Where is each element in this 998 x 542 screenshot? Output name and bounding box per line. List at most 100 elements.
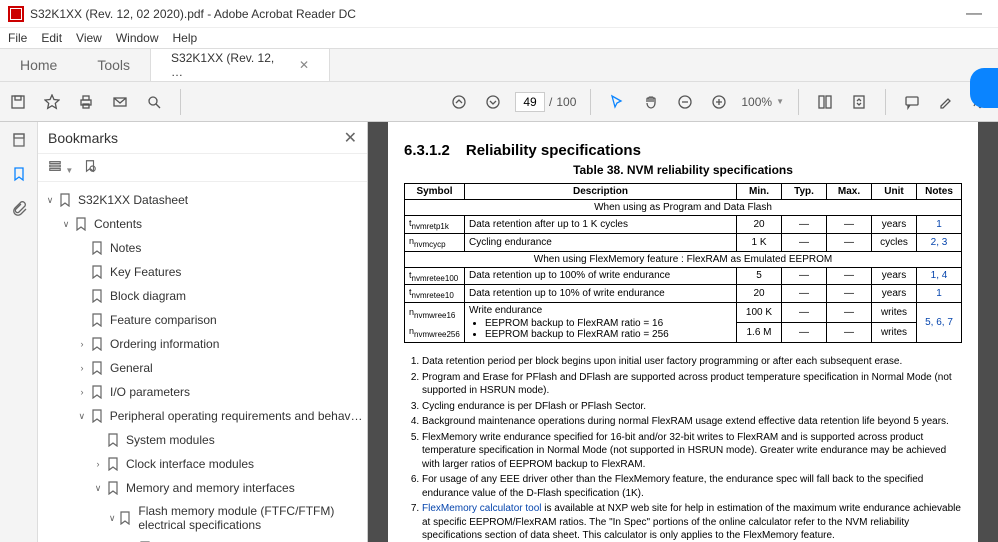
bookmark-label: I/O parameters: [110, 385, 190, 399]
footnote: Data retention period per block begins u…: [422, 355, 962, 369]
bookmark-label: General: [110, 361, 153, 375]
bookmarks-panel: Bookmarks ✕ ▼ ∨S32K1XX Datasheet ∨Conten…: [38, 122, 368, 542]
col-min: Min.: [737, 184, 782, 200]
tab-tools[interactable]: Tools: [77, 49, 150, 81]
menu-view[interactable]: View: [76, 31, 102, 45]
toolbar-separator: [885, 89, 886, 115]
table-row: tnvmretp1k Data retention after up to 1 …: [405, 216, 962, 234]
bookmarks-header: Bookmarks ✕: [38, 122, 367, 154]
tab-bar: Home Tools S32K1XX (Rev. 12, … ✕: [0, 48, 998, 82]
bookmarks-options-icon[interactable]: ▼: [48, 159, 73, 176]
bookmarks-icon[interactable]: [7, 162, 31, 186]
bookmark-item[interactable]: Flash timing specifications — commands: [44, 536, 363, 542]
page-down-icon[interactable]: [481, 90, 505, 114]
zoom-in-icon[interactable]: [707, 90, 731, 114]
menu-file[interactable]: File: [8, 31, 27, 45]
bookmark-item[interactable]: ›Clock interface modules: [44, 452, 363, 476]
bookmark-item[interactable]: ∨Flash memory module (FTFC/FTFM) electri…: [44, 500, 363, 536]
pdf-page: 6.3.1.2 Reliability specifications Table…: [388, 122, 978, 542]
bookmark-label: Clock interface modules: [126, 457, 254, 471]
bookmark-item[interactable]: System modules: [44, 428, 363, 452]
tab-document-label: S32K1XX (Rev. 12, …: [171, 51, 287, 79]
tab-close-icon[interactable]: ✕: [299, 58, 309, 72]
page-total: 100: [556, 95, 576, 109]
bookmark-item[interactable]: Notes: [44, 236, 363, 260]
table-section-row: When using as Program and Data Flash: [405, 200, 962, 216]
col-notes: Notes: [917, 184, 962, 200]
bookmark-label: S32K1XX Datasheet: [78, 193, 188, 207]
bookmark-label: Block diagram: [110, 289, 186, 303]
page-up-icon[interactable]: [447, 90, 471, 114]
close-panel-icon[interactable]: ✕: [344, 128, 357, 148]
workspace: Bookmarks ✕ ▼ ∨S32K1XX Datasheet ∨Conten…: [0, 122, 998, 542]
bookmark-label: Feature comparison: [110, 313, 217, 327]
toolbar: / 100 100% ▼: [0, 82, 998, 122]
nvm-table: Symbol Description Min. Typ. Max. Unit N…: [404, 183, 962, 343]
bookmark-item[interactable]: ›I/O parameters: [44, 380, 363, 404]
search-icon[interactable]: [142, 90, 166, 114]
tab-tools-label: Tools: [97, 57, 130, 73]
page-total-sep: /: [549, 95, 552, 109]
find-bookmark-icon[interactable]: [83, 159, 97, 176]
page-number-input[interactable]: [515, 92, 545, 112]
pdf-icon: [8, 6, 24, 22]
footnote: Cycling endurance is per DFlash or PFlas…: [422, 400, 962, 414]
fit-page-icon[interactable]: [847, 90, 871, 114]
hand-icon[interactable]: [639, 90, 663, 114]
toolbar-separator: [180, 89, 181, 115]
section-title: Reliability specifications: [466, 142, 641, 159]
toolbar-separator: [590, 89, 591, 115]
selection-cursor-icon[interactable]: [605, 90, 629, 114]
bookmark-label: Ordering information: [110, 337, 219, 351]
bookmark-item[interactable]: ∨Memory and memory interfaces: [44, 476, 363, 500]
table-header-row: Symbol Description Min. Typ. Max. Unit N…: [405, 184, 962, 200]
bookmark-item[interactable]: Feature comparison: [44, 308, 363, 332]
bookmark-item[interactable]: Key Features: [44, 260, 363, 284]
tab-home[interactable]: Home: [0, 49, 77, 81]
col-max: Max.: [827, 184, 872, 200]
bookmarks-toolbar: ▼: [38, 154, 367, 182]
print-icon[interactable]: [74, 90, 98, 114]
bookmark-item[interactable]: Block diagram: [44, 284, 363, 308]
zoom-out-icon[interactable]: [673, 90, 697, 114]
highlight-icon[interactable]: [934, 90, 958, 114]
save-icon[interactable]: [6, 90, 30, 114]
footnote: FlexMemory calculator tool is available …: [422, 502, 962, 542]
fit-width-icon[interactable]: [813, 90, 837, 114]
tab-document[interactable]: S32K1XX (Rev. 12, … ✕: [150, 49, 330, 81]
zoom-level[interactable]: 100% ▼: [741, 95, 784, 109]
col-typ: Typ.: [782, 184, 827, 200]
menu-edit[interactable]: Edit: [41, 31, 62, 45]
section-heading: 6.3.1.2 Reliability specifications: [404, 142, 962, 159]
bookmarks-title: Bookmarks: [48, 130, 118, 146]
table-row: tnvmretee100 Data retention up to 100% o…: [405, 267, 962, 285]
bookmark-item[interactable]: ∨Peripheral operating requirements and b…: [44, 404, 363, 428]
thumbnails-icon[interactable]: [7, 128, 31, 152]
footnote: Program and Erase for PFlash and DFlash …: [422, 371, 962, 398]
attachments-icon[interactable]: [7, 196, 31, 220]
bookmarks-tree[interactable]: ∨S32K1XX Datasheet ∨Contents Notes Key F…: [38, 182, 367, 542]
bookmark-item[interactable]: ›Ordering information: [44, 332, 363, 356]
col-desc: Description: [465, 184, 737, 200]
bookmark-label: Flash memory module (FTFC/FTFM) electric…: [138, 504, 363, 532]
bookmark-item[interactable]: ∨Contents: [44, 212, 363, 236]
star-icon[interactable]: [40, 90, 64, 114]
tab-home-label: Home: [20, 57, 57, 73]
menu-help[interactable]: Help: [173, 31, 198, 45]
table-row: tnvmretee10 Data retention up to 10% of …: [405, 285, 962, 303]
footnote: For usage of any EEE driver other than t…: [422, 473, 962, 500]
col-unit: Unit: [872, 184, 917, 200]
document-view[interactable]: 6.3.1.2 Reliability specifications Table…: [368, 122, 998, 542]
menu-bar: File Edit View Window Help: [0, 28, 998, 48]
footnote-link[interactable]: FlexMemory calculator tool: [422, 503, 541, 514]
page-number: / 100: [515, 92, 576, 112]
toolbar-separator: [798, 89, 799, 115]
footnote: Background maintenance operations during…: [422, 415, 962, 429]
mail-icon[interactable]: [108, 90, 132, 114]
window-minimize-button[interactable]: —: [958, 5, 990, 23]
bookmark-item[interactable]: ∨S32K1XX Datasheet: [44, 188, 363, 212]
tools-pane-toggle[interactable]: [970, 68, 998, 108]
bookmark-item[interactable]: ›General: [44, 356, 363, 380]
menu-window[interactable]: Window: [116, 31, 159, 45]
comment-icon[interactable]: [900, 90, 924, 114]
